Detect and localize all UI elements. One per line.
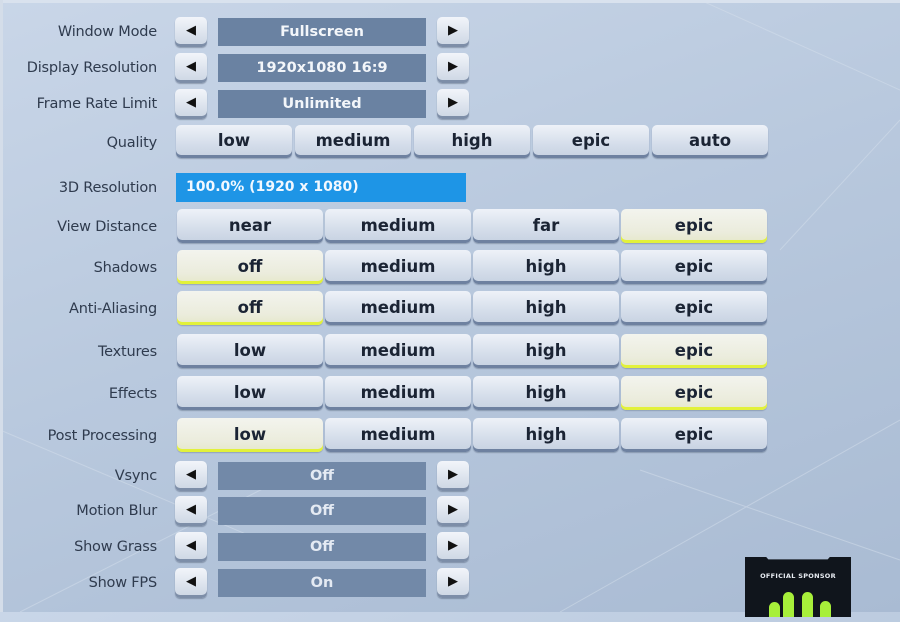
window-mode-value: Fullscreen [218,18,426,46]
top-border [0,0,900,3]
view-distance-option-epic[interactable]: epic [621,209,767,243]
arrow-right-icon: ▶ [448,59,458,74]
show-grass-label: Show Grass [74,539,157,555]
post-processing-option-epic[interactable]: epic [621,418,767,452]
post-processing-option-low[interactable]: low [177,418,323,452]
vsync-value: Off [218,462,426,490]
post-processing-option-high[interactable]: high [473,418,619,452]
frame-rate-limit-value: Unlimited [218,90,426,118]
arrow-right-icon: ▶ [448,502,458,517]
sponsor-text: OFFICIAL SPONSOR [760,572,836,580]
quality-option-epic[interactable]: epic [533,125,649,158]
motion-blur-prev-button[interactable]: ◀ [175,496,207,526]
window-mode-prev-button[interactable]: ◀ [175,17,207,47]
quality-option-medium[interactable]: medium [295,125,411,158]
view-distance-option-far[interactable]: far [473,209,619,243]
resolution-3d-label: 3D Resolution [58,180,157,196]
resolution-3d-slider[interactable]: 100.0% (1920 x 1080) [176,173,466,202]
anti-aliasing-label: Anti-Aliasing [69,301,157,317]
show-fps-prev-button[interactable]: ◀ [175,568,207,598]
view-distance-option-medium[interactable]: medium [325,209,471,243]
anti-aliasing-option-off[interactable]: off [177,291,323,325]
display-resolution-prev-button[interactable]: ◀ [175,53,207,83]
arrow-left-icon: ◀ [186,59,196,74]
vsync-prev-button[interactable]: ◀ [175,461,207,491]
show-fps-next-button[interactable]: ▶ [437,568,469,598]
quality-label: Quality [106,135,158,151]
textures-option-epic[interactable]: epic [621,334,767,368]
arrow-right-icon: ▶ [448,23,458,38]
textures-label: Textures [97,344,157,360]
window-mode-label: Window Mode [57,24,157,40]
arrow-right-icon: ▶ [448,467,458,482]
shadows-label: Shadows [93,260,158,276]
frame-rate-limit-next-button[interactable]: ▶ [437,89,469,119]
frame-rate-limit-label: Frame Rate Limit [36,96,158,112]
effects-label: Effects [108,386,157,402]
shadows-option-medium[interactable]: medium [325,250,471,284]
anti-aliasing-option-epic[interactable]: epic [621,291,767,325]
effects-option-low[interactable]: low [177,376,323,410]
vsync-label: Vsync [114,468,157,484]
anti-aliasing-option-high[interactable]: high [473,291,619,325]
effects-option-high[interactable]: high [473,376,619,410]
arrow-right-icon: ▶ [448,574,458,589]
quality-option-low[interactable]: low [176,125,292,158]
quality-option-high[interactable]: high [414,125,530,158]
textures-option-high[interactable]: high [473,334,619,368]
arrow-left-icon: ◀ [186,574,196,589]
shadows-option-off[interactable]: off [177,250,323,284]
vsync-next-button[interactable]: ▶ [437,461,469,491]
arrow-left-icon: ◀ [186,538,196,553]
display-resolution-next-button[interactable]: ▶ [437,53,469,83]
post-processing-option-medium[interactable]: medium [325,418,471,452]
shadows-option-epic[interactable]: epic [621,250,767,284]
arrow-left-icon: ◀ [186,502,196,517]
anti-aliasing-option-medium[interactable]: medium [325,291,471,325]
quality-option-auto[interactable]: auto [652,125,768,158]
show-fps-value: On [218,569,426,597]
display-resolution-label: Display Resolution [26,60,157,76]
arrow-left-icon: ◀ [186,467,196,482]
official-sponsor-badge: OFFICIAL SPONSOR [745,557,851,617]
show-grass-value: Off [218,533,426,561]
show-fps-label: Show FPS [88,575,158,591]
view-distance-option-near[interactable]: near [177,209,323,243]
display-resolution-value: 1920x1080 16:9 [218,54,426,82]
effects-option-medium[interactable]: medium [325,376,471,410]
motion-blur-label: Motion Blur [76,503,157,519]
post-processing-label: Post Processing [47,428,158,444]
window-mode-next-button[interactable]: ▶ [437,17,469,47]
motion-blur-next-button[interactable]: ▶ [437,496,469,526]
textures-option-low[interactable]: low [177,334,323,368]
arrow-left-icon: ◀ [186,23,196,38]
show-grass-prev-button[interactable]: ◀ [175,532,207,562]
arrow-left-icon: ◀ [186,95,196,110]
arrow-right-icon: ▶ [448,95,458,110]
view-distance-label: View Distance [57,219,157,235]
textures-option-medium[interactable]: medium [325,334,471,368]
arrow-right-icon: ▶ [448,538,458,553]
show-grass-next-button[interactable]: ▶ [437,532,469,562]
frame-rate-limit-prev-button[interactable]: ◀ [175,89,207,119]
motion-blur-value: Off [218,497,426,525]
effects-option-epic[interactable]: epic [621,376,767,410]
shadows-option-high[interactable]: high [473,250,619,284]
